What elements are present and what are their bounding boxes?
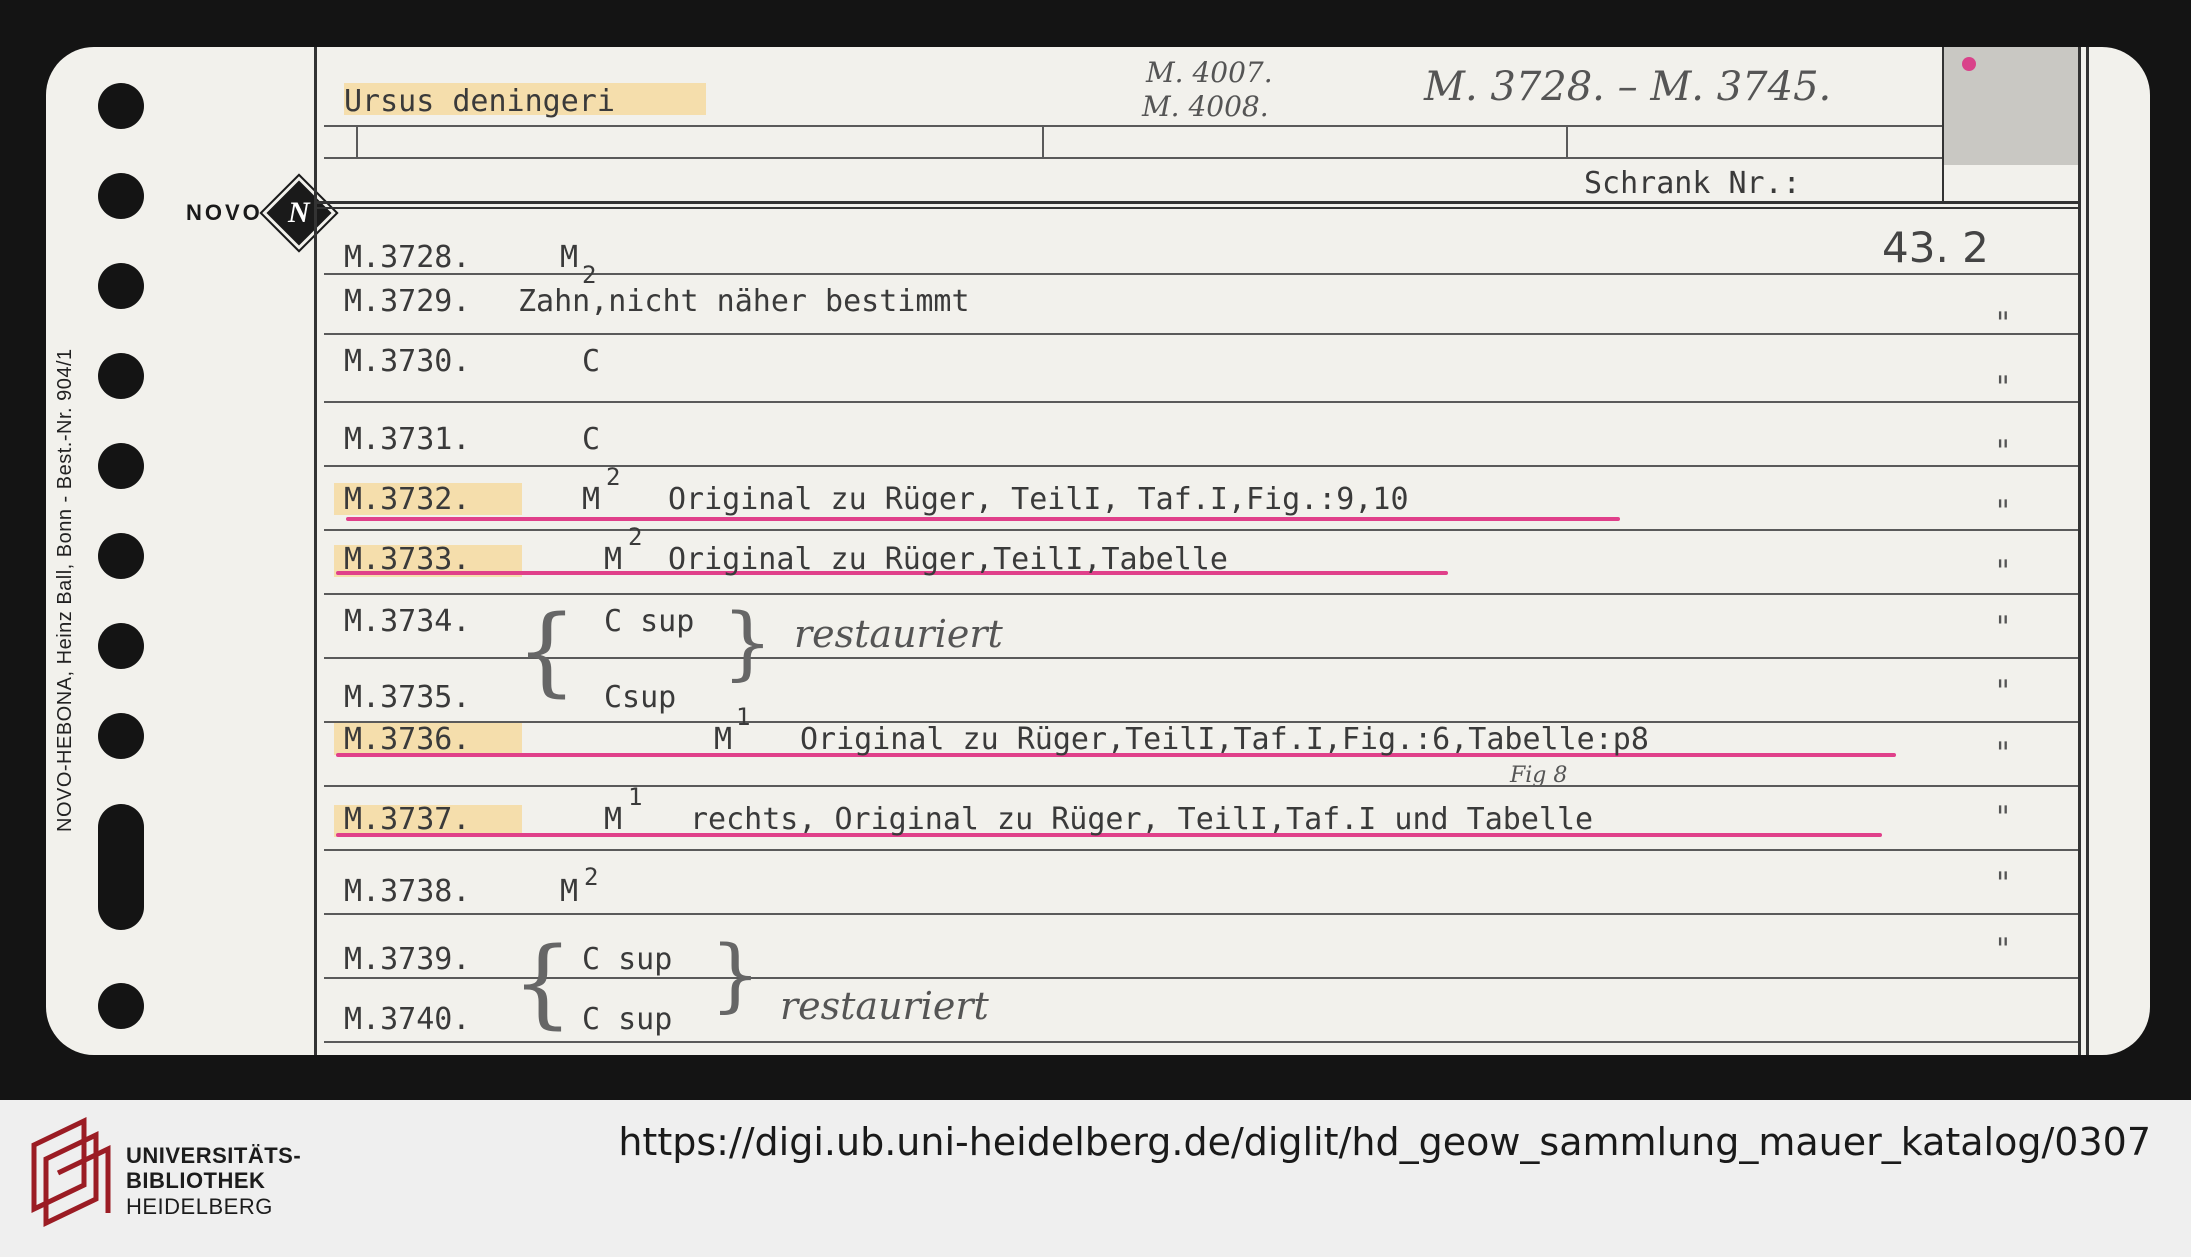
brace: } — [722, 596, 773, 689]
catalog-number: M.3740. — [344, 1002, 471, 1037]
tooth-index: 2 — [606, 463, 621, 491]
tooth-type: C — [582, 422, 601, 457]
species-name: Ursus deningeri — [344, 84, 615, 119]
catalog-number: M.3736. — [344, 722, 471, 757]
tooth-type: M — [582, 482, 601, 517]
catalog-number: M.3738. — [344, 874, 471, 909]
catalog-number: M.3730. — [344, 344, 471, 379]
tooth-type: C sup — [582, 942, 673, 977]
tooth-type: M — [560, 240, 579, 275]
tooth-index: 1 — [628, 783, 643, 811]
punch-slot — [98, 804, 144, 930]
library-logo-icon — [31, 1117, 111, 1227]
punch-hole — [98, 83, 144, 129]
description: Original zu Rüger,TeilI,Tabelle — [668, 542, 1228, 577]
catalog-number: M.3737. — [344, 802, 471, 837]
ditto-mark: " — [1996, 434, 2010, 469]
description: Zahn,nicht näher bestimmt — [518, 284, 970, 319]
brace: } — [710, 928, 761, 1021]
punch-hole — [98, 983, 144, 1029]
handwritten-range: M. 3728. – M. 3745. — [1424, 64, 1832, 110]
punch-hole — [98, 533, 144, 579]
catalog-number: M.3735. — [344, 680, 471, 715]
schrank-value: 43. 2 — [1882, 223, 1989, 272]
ditto-mark: " — [1996, 736, 2010, 771]
side-print: NOVO-HEBONA, Heinz Ball, Bonn - Best.-Nr… — [54, 348, 76, 832]
punch-hole — [98, 443, 144, 489]
brace: { — [512, 927, 574, 1039]
catalog-number: M.3733. — [344, 542, 471, 577]
library-name: UNIVERSITÄTS- BIBLIOTHEK HEIDELBERG — [126, 1143, 302, 1219]
handwritten-note: restauriert — [794, 612, 1003, 656]
handwritten-note: restauriert — [780, 984, 989, 1028]
ditto-mark: " — [1996, 932, 2010, 967]
ditto-mark: " — [1996, 610, 2010, 645]
tooth-type: M — [560, 874, 579, 909]
tooth-type: C sup — [582, 1002, 673, 1037]
source-url-link[interactable]: https://digi.ub.uni-heidelberg.de/diglit… — [618, 1120, 2151, 1164]
description: rechts, Original zu Rüger, TeilI,Taf.I u… — [690, 802, 1594, 837]
tooth-type: M — [714, 722, 733, 757]
ditto-mark: " — [1996, 494, 2010, 529]
catalog-card: NOVO-HEBONA, Heinz Ball, Bonn - Best.-Nr… — [46, 47, 2150, 1055]
catalog-number: M.3739. — [344, 942, 471, 977]
catalog-number: M.3728. — [344, 240, 471, 275]
tooth-type: M — [604, 802, 623, 837]
tooth-index: 2 — [628, 523, 643, 551]
handwritten-insert: Fig 8 — [1510, 763, 1568, 788]
brace: { — [516, 595, 578, 707]
pink-dot — [1962, 57, 1976, 71]
schrank-label: Schrank Nr.: — [1584, 166, 1801, 201]
punch-hole — [98, 713, 144, 759]
handwritten-number: M. 4007. — [1146, 56, 1273, 89]
catalog-number: M.3731. — [344, 422, 471, 457]
punch-hole — [98, 623, 144, 669]
brand-name: NOVO — [186, 200, 263, 225]
ditto-mark: " — [1996, 800, 2010, 835]
brand-diamond-icon: N — [259, 173, 339, 253]
ditto-mark: " — [1996, 370, 2010, 405]
ditto-mark: " — [1996, 866, 2010, 901]
catalog-number: M.3729. — [344, 284, 471, 319]
punch-hole — [98, 173, 144, 219]
ditto-mark: " — [1996, 674, 2010, 709]
punch-hole — [98, 263, 144, 309]
handwritten-number: M. 4008. — [1142, 90, 1269, 123]
description: Original zu Rüger,TeilI,Taf.I,Fig.:6,Tab… — [800, 722, 1649, 757]
ditto-mark: " — [1996, 554, 2010, 589]
ditto-mark: " — [1996, 306, 2010, 341]
description: Original zu Rüger, TeilI, Taf.I,Fig.:9,1… — [668, 482, 1409, 517]
tooth-index: 2 — [584, 863, 599, 891]
tooth-type: C sup — [604, 604, 695, 639]
underline — [346, 517, 1620, 521]
brand-logo: NOVO N — [186, 173, 339, 253]
punch-hole — [98, 353, 144, 399]
tooth-type: Csup — [604, 680, 677, 715]
tooth-index: 1 — [736, 703, 751, 731]
tooth-type: C — [582, 344, 601, 379]
catalog-number: M.3732. — [344, 482, 471, 517]
tooth-type: M — [604, 542, 623, 577]
catalog-number: M.3734. — [344, 604, 471, 639]
